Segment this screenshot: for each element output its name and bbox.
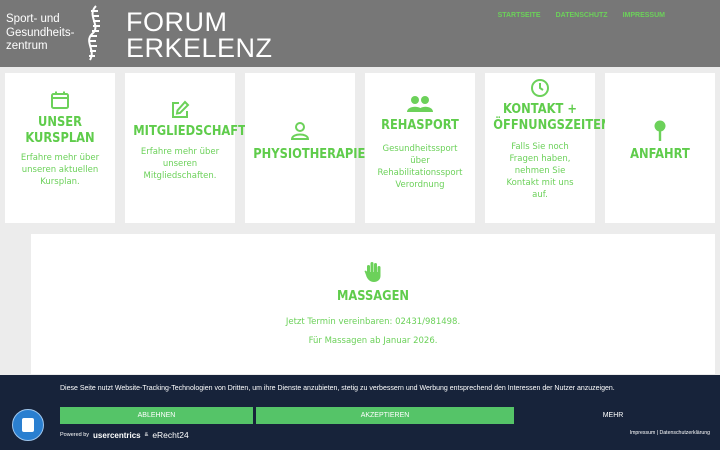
- logo-line-2: Gesundheits-: [6, 26, 75, 39]
- spine-logo-icon: [88, 5, 100, 61]
- card-text: Erfahre mehr über unseren Mitgliedschaften…: [140, 147, 220, 181]
- massage-section: MASSAGEN Jetzt Termin vereinbaren: 02431…: [31, 234, 715, 374]
- usercentrics-logo[interactable]: usercentrics: [93, 431, 141, 440]
- card-text: Gesundheitssport über Rehabilitationssport…: [377, 144, 463, 190]
- logo-line-3: zentrum: [6, 40, 48, 52]
- nav-impressum[interactable]: IMPRESSUM: [623, 12, 665, 19]
- logo-title[interactable]: FORUM ERKELENZ: [126, 7, 273, 63]
- users-icon: [407, 96, 433, 112]
- card-title: MITGLIEDSCHAFTEN: [133, 123, 264, 139]
- logo-line-1: Sport- und: [6, 13, 60, 25]
- card-rehasport[interactable]: REHASPORT Gesundheitssport über Rehabilita…: [365, 73, 475, 223]
- clock-icon: [531, 79, 549, 97]
- card-anfahrt[interactable]: ANFAHRT: [605, 73, 715, 223]
- card-title: ANFAHRT: [630, 146, 690, 162]
- logo-big-line-2: ERKELENZ: [126, 33, 273, 63]
- powered-label: Powered by: [60, 432, 90, 438]
- site-header: Sport- und Gesundheits- zentrum FORUM ER…: [0, 0, 720, 67]
- edit-icon: [172, 100, 190, 118]
- erecht24-logo[interactable]: eRecht24: [152, 430, 188, 440]
- nav-startseite[interactable]: STARTSEITE: [498, 12, 541, 19]
- massage-line-2: Für Massagen ab Januar 2026.: [308, 336, 438, 346]
- nav-datenschutz[interactable]: DATENSCHUTZ: [556, 12, 608, 19]
- powered-by: Powered by usercentrics & eRecht24: [60, 430, 189, 440]
- logo-subtitle[interactable]: Sport- und Gesundheits- zentrum: [6, 13, 74, 54]
- amp-label: &: [144, 432, 149, 438]
- logo-big-line-1: FORUM: [126, 7, 228, 37]
- cookie-text: Diese Seite nutzt Website-Tracking-Techn…: [60, 385, 615, 392]
- hand-icon: [364, 262, 381, 282]
- legal-links[interactable]: Impressum | Datenschutzerklärung: [630, 430, 710, 436]
- accept-button[interactable]: AKZEPTIEREN: [256, 407, 514, 424]
- card-text: Falls Sie noch Fragen haben, nehmen Sie Kon…: [506, 142, 574, 200]
- card-title: UNSER KURSPLAN: [25, 114, 95, 146]
- massage-title: MASSAGEN: [336, 288, 410, 304]
- card-title: PHYSIOTHERAPIE: [253, 146, 366, 162]
- calendar-icon: [51, 91, 69, 109]
- card-mitgliedschaften[interactable]: MITGLIEDSCHAFTEN Erfahre mehr über unsere…: [125, 73, 264, 223]
- privacy-settings-button[interactable]: [12, 409, 44, 441]
- fingerprint-icon: [22, 418, 34, 432]
- decline-button[interactable]: ABLEHNEN: [60, 407, 253, 424]
- more-button[interactable]: MEHR: [517, 407, 709, 424]
- card-title: KONTAKT + ÖFFNUNGSZEITEN: [493, 101, 611, 133]
- massage-line-1: Jetzt Termin vereinbaren: 02431/981498.: [285, 317, 461, 327]
- pin-icon: [654, 120, 666, 141]
- user-icon: [290, 122, 310, 140]
- card-kontakt[interactable]: KONTAKT + ÖFFNUNGSZEITEN Falls Sie noch Fr…: [485, 73, 611, 223]
- card-kursplan[interactable]: UNSER KURSPLAN Erfahre mehr über unseren a…: [5, 73, 115, 223]
- card-title: REHASPORT: [381, 117, 459, 133]
- card-text: Erfahre mehr über unseren aktuellen Kurspl…: [20, 153, 100, 187]
- card-physiotherapie[interactable]: PHYSIOTHERAPIE: [245, 73, 366, 223]
- main-nav: STARTSEITE DATENSCHUTZ IMPRESSUM: [498, 12, 665, 19]
